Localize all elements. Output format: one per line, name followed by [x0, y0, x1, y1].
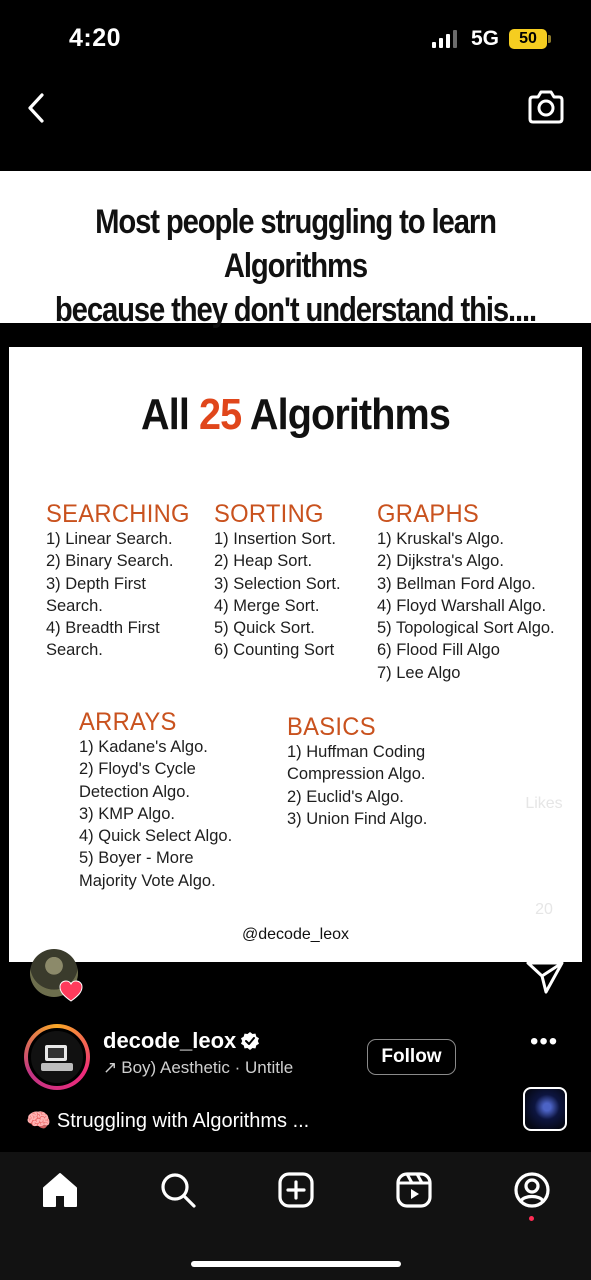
category-item: 2) Binary Search.	[46, 552, 174, 571]
category-basics: BASICS 1) Huffman Coding Compression Alg…	[287, 713, 427, 830]
tab-profile[interactable]	[512, 1170, 552, 1210]
post-caption[interactable]: 🧠 Struggling with Algorithms ...	[26, 1108, 309, 1133]
category-item: 3) Bellman Ford Algo.	[377, 574, 536, 593]
camera-button[interactable]	[526, 88, 566, 126]
profile-icon	[514, 1172, 550, 1208]
headline-line-1: Most people struggling to learn Algorith…	[95, 203, 497, 285]
tab-create[interactable]	[276, 1170, 316, 1210]
more-options-button[interactable]: •••	[530, 1028, 558, 1056]
category-item: 7) Lee Algo	[377, 663, 461, 682]
category-item: 1) Insertion Sort.	[214, 530, 336, 548]
category-item: 5) Quick Sort.	[214, 619, 315, 638]
tab-home[interactable]	[40, 1170, 80, 1210]
card-title-number: 25	[199, 390, 242, 439]
category-item: 2) Dijkstra's Algo.	[377, 552, 504, 571]
caption-text: Struggling with Algorithms ...	[56, 1110, 310, 1132]
heart-badge-icon	[58, 979, 84, 1003]
category-item: 1) Kadane's Algo.	[79, 738, 208, 756]
status-time: 4:20	[69, 24, 122, 52]
likes-label[interactable]: Likes	[514, 795, 574, 813]
like-button[interactable]	[522, 738, 566, 778]
comments-count[interactable]: 20	[514, 901, 574, 919]
network-type: 5G	[471, 27, 500, 50]
category-list: 1) Insertion Sort. 2) Heap Sort. 3) Select…	[214, 528, 341, 662]
category-item: 2) Heap Sort.	[214, 552, 313, 571]
category-heading: ARRAYS	[79, 708, 177, 736]
search-icon	[161, 1173, 196, 1208]
category-item: 5) Topological Sort Algo.	[377, 619, 555, 638]
category-arrays: ARRAYS 1) Kadane's Algo. 2) Floyd's Cycle…	[79, 708, 232, 892]
category-item: 3) Depth First Search.	[46, 574, 146, 615]
battery-icon: 50	[509, 29, 547, 49]
category-item: 1) Linear Search.	[46, 530, 173, 548]
audio-thumbnail[interactable]	[523, 1087, 567, 1131]
camera-icon	[528, 90, 564, 124]
category-item: 5) Boyer - More Majority Vote Algo.	[79, 849, 216, 890]
category-list: 1) Kadane's Algo. 2) Floyd's Cycle Detect…	[79, 736, 232, 892]
category-heading: SORTING	[214, 500, 324, 528]
category-list: 1) Linear Search. 2) Binary Search. 3) Dep…	[46, 528, 197, 662]
post-headline: Most people struggling to learn Algorith…	[41, 200, 549, 332]
category-item: 2) Floyd's Cycle Detection Algo.	[79, 760, 196, 801]
category-item: 4) Breadth First Search.	[46, 619, 160, 660]
category-item: 6) Flood Fill Algo	[377, 641, 500, 660]
reels-icon	[396, 1172, 432, 1208]
author-avatar[interactable]	[28, 1028, 86, 1086]
category-item: 4) Merge Sort.	[214, 596, 320, 615]
category-sorting: SORTING 1) Insertion Sort. 2) Heap Sort. 3…	[214, 500, 341, 662]
verified-icon	[240, 1031, 260, 1051]
card-title: All 25 Algorithms	[141, 390, 451, 439]
category-item: 4) Quick Select Algo.	[79, 827, 233, 846]
heart-icon	[523, 739, 565, 777]
back-chevron-icon	[28, 93, 44, 123]
audio-track-text: Boy) Aesthetic · Untitle	[121, 1058, 294, 1077]
category-list: 1) Huffman Coding Compression Algo. 2) Eu…	[287, 741, 427, 830]
brain-emoji: 🧠	[26, 1110, 51, 1132]
category-item: 4) Floyd Warshall Algo.	[377, 596, 547, 615]
category-item: 1) Kruskal's Algo.	[377, 530, 504, 548]
follow-button[interactable]: Follow	[367, 1039, 456, 1075]
category-heading: GRAPHS	[377, 500, 480, 528]
category-heading: SEARCHING	[46, 500, 190, 528]
home-icon	[43, 1173, 77, 1207]
notification-dot	[529, 1216, 534, 1221]
headline-line-2: because they don't understand this....	[54, 291, 537, 329]
audio-arrow-icon: ↗	[103, 1058, 118, 1077]
send-icon	[526, 961, 564, 994]
category-item: 3) Union Find Algo.	[287, 809, 428, 828]
card-watermark: @decode_leox	[242, 926, 349, 943]
tab-search[interactable]	[158, 1170, 198, 1210]
signal-strength-icon	[432, 30, 457, 48]
author-username[interactable]: decode_leox	[103, 1028, 236, 1054]
category-item: 3) KMP Algo.	[79, 804, 175, 823]
category-heading: BASICS	[287, 713, 376, 741]
category-searching: SEARCHING 1) Linear Search. 2) Binary Sea…	[46, 500, 197, 662]
back-button[interactable]	[22, 90, 52, 126]
category-item: 3) Selection Sort.	[214, 574, 341, 593]
create-icon	[278, 1172, 314, 1208]
category-graphs: GRAPHS 1) Kruskal's Algo. 2) Dijkstra's A…	[377, 500, 555, 684]
category-item: 1) Huffman Coding Compression Algo.	[287, 743, 426, 784]
category-item: 2) Euclid's Algo.	[287, 787, 404, 806]
audio-track[interactable]: ↗ Boy) Aesthetic · Untitle	[103, 1058, 351, 1078]
home-indicator[interactable]	[191, 1261, 401, 1267]
share-button[interactable]	[525, 958, 565, 996]
battery-nub	[548, 35, 551, 43]
category-item: 6) Counting Sort	[214, 641, 335, 660]
comment-icon	[526, 849, 564, 887]
comment-button[interactable]	[525, 848, 565, 888]
category-list: 1) Kruskal's Algo. 2) Dijkstra's Algo. 3) …	[377, 528, 555, 684]
tab-reels[interactable]	[394, 1170, 434, 1210]
